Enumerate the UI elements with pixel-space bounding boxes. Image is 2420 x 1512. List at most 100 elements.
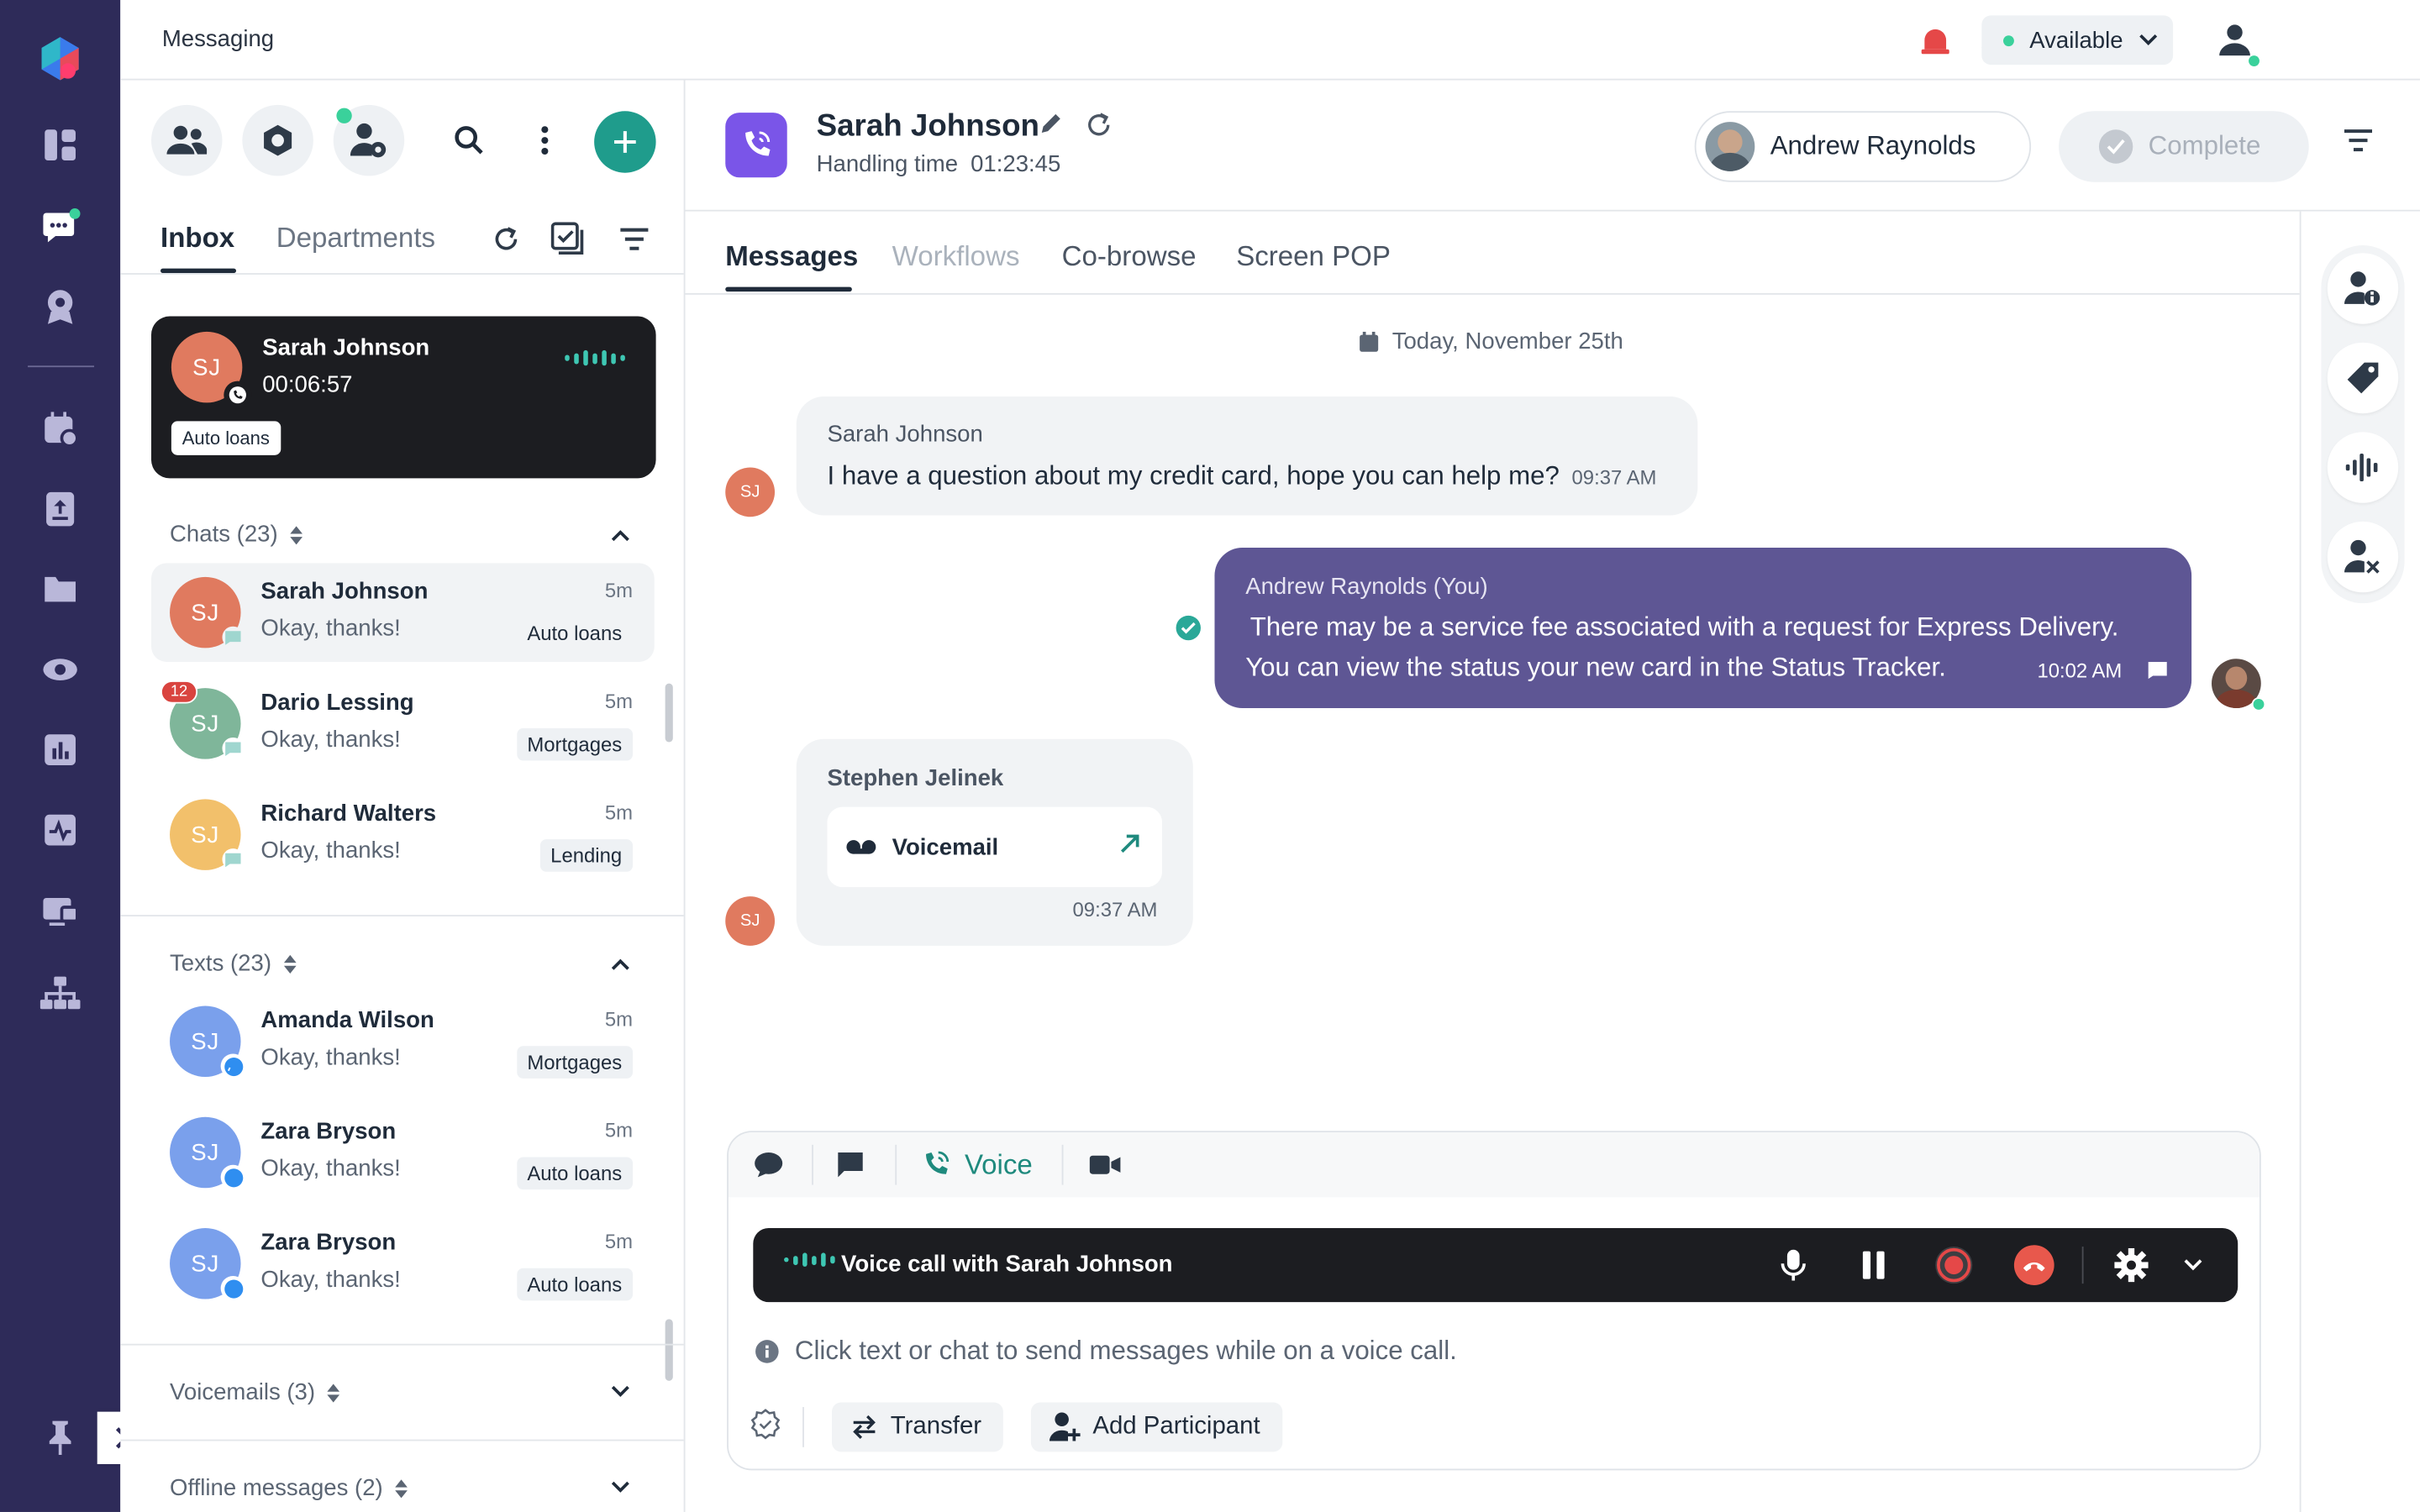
sort-icon (327, 1383, 340, 1402)
message-sender: Sarah Johnson (827, 421, 983, 448)
avatar-initials: SJ (191, 710, 220, 738)
chat-icon (755, 1152, 783, 1178)
more-options-button[interactable] (509, 105, 580, 176)
calendar-icon[interactable] (35, 404, 85, 454)
handling-time-label: Handling time (816, 150, 959, 178)
calendar-icon (1360, 330, 1379, 351)
voicemails-section-header[interactable]: Voicemails (3) (170, 1379, 340, 1405)
text-row[interactable]: SJ Zara Bryson Okay, thanks! 5m Auto loa… (151, 1214, 655, 1313)
app-logo-icon[interactable] (35, 34, 85, 83)
transfer-icon (853, 1415, 876, 1439)
tab-departments[interactable]: Departments (276, 222, 435, 255)
chart-icon[interactable] (35, 725, 85, 774)
hint-text: Click text or chat to send messages whil… (794, 1336, 1457, 1366)
assigned-agent-selector[interactable]: Andrew Raynolds (1694, 111, 2032, 182)
tab-inbox[interactable]: Inbox (160, 222, 234, 255)
handling-time: Handling time 01:23:45 (817, 151, 1061, 177)
text-row[interactable]: SJ Amanda Wilson Okay, thanks! 5m Mortga… (151, 992, 655, 1091)
contact-name: Richard Walters (260, 801, 437, 827)
nav-rail (0, 0, 121, 1512)
transcript-button[interactable] (2327, 432, 2399, 503)
microphone-icon[interactable] (1773, 1245, 1813, 1285)
filter-icon[interactable] (618, 222, 651, 255)
transfer-button[interactable]: Transfer (831, 1402, 1003, 1452)
org-chart-icon[interactable] (35, 969, 85, 1018)
folder-icon[interactable] (35, 564, 85, 614)
refresh-icon[interactable] (489, 222, 523, 255)
avatar: SJ (170, 1005, 246, 1079)
refresh-icon[interactable] (1085, 111, 1113, 146)
incoming-message: Sarah Johnson I have a question about my… (796, 396, 1698, 516)
upload-icon[interactable] (35, 485, 85, 534)
filter-icon[interactable] (2343, 128, 2374, 160)
tags-button[interactable] (2327, 342, 2399, 414)
pencil-icon[interactable] (1039, 111, 1063, 144)
tab-screen-pop[interactable]: Screen POP (1236, 241, 1391, 274)
activity-icon[interactable] (35, 806, 85, 855)
chat-bubble-icon (2147, 660, 2169, 688)
message-text: I have a question about my credit card, … (827, 461, 1560, 491)
tag-icon (2347, 362, 2379, 394)
gear-icon[interactable] (2112, 1245, 2152, 1285)
pin-icon[interactable] (35, 1413, 85, 1462)
chevron-down-icon[interactable] (605, 1376, 636, 1407)
chevron-up-icon[interactable] (605, 949, 636, 980)
queues-button[interactable] (242, 104, 313, 176)
pause-icon[interactable] (1854, 1245, 1894, 1285)
chat-row[interactable]: SJ Richard Walters Okay, thanks! 5m Lend… (151, 785, 655, 885)
dashboard-icon[interactable] (35, 120, 85, 170)
online-indicator (336, 108, 352, 123)
chat-channel-tab[interactable] (753, 1145, 784, 1185)
chevron-up-icon[interactable] (605, 520, 636, 551)
chevron-down-icon[interactable] (2173, 1245, 2213, 1285)
text-row[interactable]: SJ Zara Bryson Okay, thanks! 5m Auto loa… (151, 1103, 655, 1202)
department-tag: Auto loans (516, 1157, 634, 1190)
contact-name: Zara Bryson (260, 1118, 397, 1145)
chat-row[interactable]: 12 SJ Dario Lessing Okay, thanks! 5m Mor… (151, 675, 655, 774)
contact-info-button[interactable] (2327, 253, 2399, 324)
chat-channel-icon (222, 626, 245, 648)
voicemail-attachment[interactable]: Voicemail (827, 806, 1163, 888)
complete-button[interactable]: Complete (2059, 111, 2309, 182)
contacts-button[interactable] (150, 104, 223, 176)
video-channel-tab[interactable] (1089, 1145, 1121, 1185)
eye-icon[interactable] (35, 645, 85, 695)
chevron-down-icon[interactable] (605, 1472, 636, 1503)
select-all-icon[interactable] (550, 222, 585, 255)
search-button[interactable] (434, 105, 504, 176)
phone-icon (224, 381, 252, 409)
sms-channel-icon (220, 1164, 246, 1190)
search-icon (455, 126, 483, 155)
availability-dropdown[interactable]: Available (1981, 15, 2174, 66)
tab-co-browse[interactable]: Co-browse (1062, 241, 1197, 274)
avatar-initials: SJ (191, 1139, 220, 1166)
badge-check-icon[interactable] (750, 1408, 781, 1446)
tab-messages[interactable]: Messages (725, 241, 858, 274)
active-call-card[interactable]: SJ Sarah Johnson 00:06:57 Auto loans (150, 316, 656, 479)
last-message: Okay, thanks! (260, 1266, 401, 1294)
hang-up-icon[interactable] (2013, 1245, 2054, 1285)
offline-section-header[interactable]: Offline messages (2) (170, 1475, 408, 1501)
new-conversation-button[interactable] (594, 111, 656, 173)
chats-scrollbar[interactable] (665, 683, 673, 743)
badge-icon[interactable] (35, 282, 85, 332)
texts-section-header[interactable]: Texts (23) (170, 950, 297, 977)
text-channel-tab[interactable] (836, 1145, 864, 1185)
avatar-initials: SJ (191, 1028, 220, 1055)
user-avatar[interactable] (2210, 15, 2260, 66)
conversation-header: Sarah Johnson Handling time 01:23:45 And… (685, 80, 2420, 212)
open-external-icon[interactable] (1119, 833, 1141, 855)
remove-participant-button[interactable] (2327, 521, 2399, 593)
alarm-icon[interactable] (1915, 20, 1955, 60)
texts-scrollbar[interactable] (665, 1319, 673, 1381)
hexagon-icon (264, 124, 292, 156)
chats-section-header[interactable]: Chats (23) (170, 522, 303, 548)
tab-workflows[interactable]: Workflows (892, 241, 1020, 274)
message-age: 5m (604, 578, 634, 602)
screen-share-icon[interactable] (35, 887, 85, 937)
chat-row[interactable]: SJ Sarah Johnson Okay, thanks! 5m Auto l… (150, 563, 655, 662)
agent-name: Andrew Raynolds (1770, 131, 1976, 161)
voice-channel-tab[interactable]: Voice (922, 1145, 1033, 1185)
add-participant-button[interactable]: Add Participant (1030, 1402, 1282, 1452)
record-icon[interactable] (1933, 1245, 1974, 1285)
